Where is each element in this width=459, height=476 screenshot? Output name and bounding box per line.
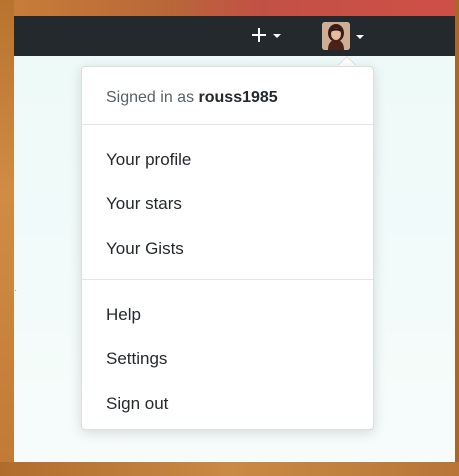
user-dropdown-menu: Signed in as rouss1985 Your profile Your… — [81, 66, 374, 430]
desktop-background-right — [455, 0, 459, 476]
page-edge-mark: · — [14, 285, 18, 296]
user-menu-button[interactable] — [322, 20, 382, 52]
menu-item-your-profile[interactable]: Your profile — [82, 144, 373, 176]
chevron-down-icon — [273, 34, 281, 38]
signed-in-prefix: Signed in as — [106, 89, 195, 106]
signed-in-username: rouss1985 — [198, 89, 278, 106]
menu-item-help[interactable]: Help — [82, 299, 373, 331]
signed-in-header: Signed in as rouss1985 — [106, 89, 278, 107]
dropdown-divider — [82, 279, 373, 280]
desktop-background-bottom — [0, 462, 459, 476]
menu-item-sign-out[interactable]: Sign out — [82, 388, 373, 420]
menu-item-your-gists[interactable]: Your Gists — [82, 233, 373, 265]
menu-item-your-stars[interactable]: Your stars — [82, 188, 373, 220]
avatar-image — [322, 22, 350, 50]
dropdown-pointer — [338, 57, 356, 66]
desktop-background-top — [14, 0, 459, 16]
chevron-down-icon — [356, 35, 364, 39]
desktop-background-left — [0, 0, 14, 476]
plus-icon — [251, 27, 267, 43]
create-new-menu-button[interactable] — [249, 20, 295, 50]
menu-item-settings[interactable]: Settings — [82, 343, 373, 375]
site-header — [14, 16, 455, 56]
dropdown-divider — [82, 124, 373, 125]
avatar — [322, 22, 350, 50]
